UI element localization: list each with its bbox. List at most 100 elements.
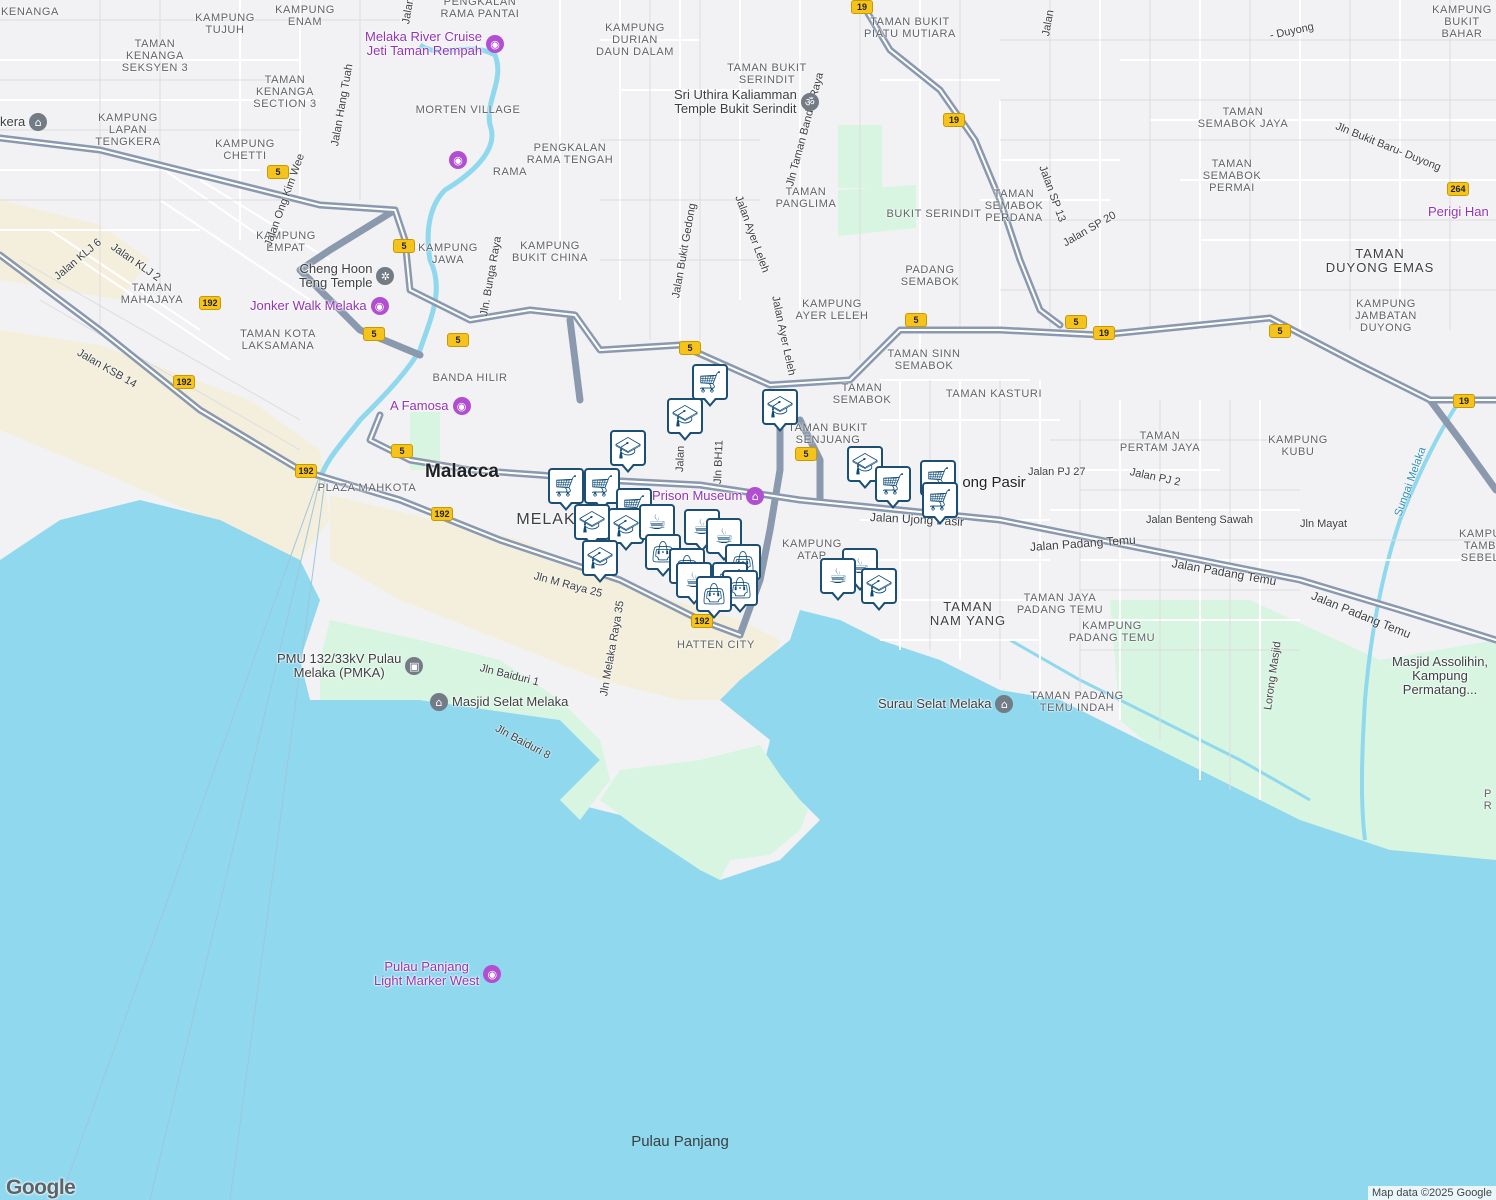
label-kampung-kubu: KAMPUNG KUBU	[1268, 434, 1328, 458]
poi-melaka-river-cruise[interactable]: Melaka River Cruise Jeti Taman Rempah ◉	[365, 29, 505, 58]
grocery-cart-icon: 🛒︎	[588, 473, 616, 498]
marker-shopping-bag[interactable]: 👜︎	[696, 576, 732, 619]
label-malacca: Malacca	[425, 461, 499, 482]
label-rama: RAMA	[492, 166, 528, 178]
route-shield: 5	[391, 444, 413, 458]
mosque-icon: ⌂	[430, 693, 448, 711]
label-taman-semabok-permai: TAMAN SEMABOK PERMAI	[1202, 158, 1262, 194]
label-taman-nam-yang: TAMAN NAM YANG	[929, 599, 1007, 628]
route-shield: 19	[943, 113, 965, 127]
street-jalan-mid: Jalan	[674, 445, 687, 473]
poi-masjid-assolihin[interactable]: Masjid Assolihin, Kampung Permatang...	[1384, 655, 1496, 697]
route-shield: 264	[1447, 182, 1469, 196]
coffee-cup-icon: ☕︎	[828, 564, 848, 588]
camera-icon: ◉	[486, 35, 505, 53]
poi-pengkalan-rama[interactable]: ◉	[449, 151, 471, 169]
camera-icon: ◉	[483, 965, 502, 983]
poi-perigi-hang-label: Perigi Han	[1428, 204, 1489, 219]
map-attribution[interactable]: Map data ©2025 Google	[1367, 1186, 1496, 1200]
route-shield: 5	[1269, 324, 1291, 338]
poi-masjid-selat-melaka[interactable]: ⌂ Masjid Selat Melaka	[430, 693, 568, 711]
poi-jonker-walk-label: Jonker Walk Melaka	[250, 298, 367, 313]
poi-cheng-hoon-teng[interactable]: Cheng Hoon Teng Temple ✲	[299, 262, 395, 290]
poi-sri-uthira-label: Sri Uthira Kaliamman Temple Bukit Serind…	[674, 87, 797, 116]
poi-pulau-panjang-light[interactable]: Pulau Panjang Light Marker West ◉	[374, 959, 502, 988]
temple-icon: ✲	[376, 267, 395, 285]
label-kampung-chetti: KAMPUNG CHETTI	[215, 138, 275, 162]
label-morten-village: MORTEN VILLAGE	[415, 104, 521, 116]
label-padang-semabok: PADANG SEMABOK	[900, 264, 960, 288]
label-hatten-city: HATTEN CITY	[677, 639, 755, 651]
camera-icon: ◉	[452, 397, 471, 415]
label-taman-bukit-senjuang: TAMAN BUKIT SENJUANG	[788, 422, 868, 446]
poi-perigi-hang[interactable]: Perigi Han	[1428, 205, 1489, 219]
label-taman-sinn-semabok: TAMAN SINN SEMABOK	[887, 348, 961, 372]
route-shield: 19	[1093, 326, 1115, 340]
poi-surau-selat-melaka[interactable]: Surau Selat Melaka ⌂	[878, 695, 1014, 713]
marker-grocery-cart[interactable]: 🛒︎	[692, 364, 728, 407]
building-icon: ▣	[405, 657, 424, 675]
poi-pulau-panjang-light-label: Pulau Panjang Light Marker West	[374, 959, 480, 988]
marker-school[interactable]: 🎓︎	[582, 540, 618, 583]
poi-a-famosa-label: A Famosa	[390, 398, 449, 413]
marker-school[interactable]: 🎓︎	[610, 430, 646, 473]
label-taman-panglima: TAMAN PANGLIMA	[775, 186, 837, 210]
label-taman-semabok-perdana: TAMAN SEMABOK PERDANA	[984, 188, 1044, 224]
label-taman-kenanga-section-3: TAMAN KENANGA SECTION 3	[253, 74, 317, 110]
route-shield: 5	[905, 313, 927, 327]
poi-melaka-river-cruise-label: Melaka River Cruise Jeti Taman Rempah	[365, 29, 483, 58]
marker-school[interactable]: 🎓︎	[861, 568, 897, 611]
route-shield: 5	[795, 447, 817, 461]
street-jalan-pj-27: Jalan PJ 27	[1028, 466, 1086, 478]
om-icon: ॐ	[800, 93, 819, 111]
google-logo: Google	[6, 1176, 76, 1199]
label-ujong-pasir: ong Pasir	[962, 474, 1026, 491]
label-pengkalan-rama-pantai: PENGKALAN RAMA PANTAI	[440, 0, 520, 20]
poi-pmu-pulau-melaka[interactable]: PMU 132/33kV Pulau Melaka (PMKA) ▣	[277, 652, 424, 680]
label-taman-padang-temu-indah: TAMAN PADANG TEMU INDAH	[1030, 690, 1124, 714]
school-icon: 🎓︎	[766, 394, 794, 419]
camera-icon: ◉	[370, 297, 389, 315]
poi-sri-uthira[interactable]: Sri Uthira Kaliamman Temple Bukit Serind…	[674, 88, 819, 116]
map-canvas[interactable]: KENANGA KAMPUNG TUJUH KAMPUNG ENAM PENGK…	[0, 0, 1496, 1200]
label-kampung-tujuh: KAMPUNG TUJUH	[195, 12, 255, 36]
label-taman-kasturi: TAMAN KASTURI	[945, 388, 1043, 400]
marker-grocery-cart[interactable]: 🛒︎	[875, 466, 911, 509]
label-taman-pertam-jaya: TAMAN PERTAM JAYA	[1119, 430, 1201, 454]
marker-grocery-cart[interactable]: 🛒︎	[548, 468, 584, 511]
label-kampung-jambatan-duyong: KAMPUNG JAMBATAN DUYONG	[1355, 298, 1417, 334]
label-pengkalan-rama-tengah: PENGKALAN RAMA TENGAH	[526, 142, 614, 166]
grocery-cart-icon: 🛒︎	[879, 471, 907, 496]
grocery-cart-icon: 🛒︎	[696, 369, 724, 394]
school-icon: 🎓︎	[586, 545, 614, 570]
route-shield: 192	[295, 464, 317, 478]
marker-school[interactable]: 🎓︎	[574, 504, 610, 547]
poi-jonker-walk[interactable]: Jonker Walk Melaka ◉	[250, 297, 389, 315]
route-shield: 5	[1065, 315, 1087, 329]
marker-school[interactable]: 🎓︎	[762, 389, 798, 432]
route-shield: 192	[173, 375, 195, 389]
poi-tengkera[interactable]: kera ⌂	[0, 113, 48, 131]
mosque-icon: ⌂	[995, 695, 1014, 713]
marker-grocery-cart[interactable]: 🛒︎	[584, 468, 620, 511]
route-shield: 19	[851, 0, 873, 14]
label-kampung-jawa: KAMPUNG JAWA	[418, 242, 478, 266]
label-kampung-enam: KAMPUNG ENAM	[275, 4, 335, 28]
school-icon: 🎓︎	[865, 573, 893, 598]
route-shield: 19	[1453, 394, 1475, 408]
mosque-icon: ⌂	[29, 113, 48, 131]
poi-prison-museum[interactable]: Prison Museum ⌂	[652, 487, 765, 505]
route-shield: 5	[447, 333, 469, 347]
label-taman-bukit-piatu-mutiara: TAMAN BUKIT PIATU MUTIARA	[864, 16, 956, 40]
marker-school[interactable]: 🎓︎	[667, 398, 703, 441]
shopping-bag-icon: 👜︎	[700, 581, 728, 606]
grocery-cart-icon: 🛒︎	[926, 487, 954, 512]
marker-grocery-cart[interactable]: 🛒︎	[922, 482, 958, 525]
poi-a-famosa[interactable]: A Famosa ◉	[390, 397, 471, 415]
street-jln-mayat: Jln Mayat	[1300, 518, 1348, 530]
camera-icon: ◉	[449, 151, 467, 169]
school-icon: 🎓︎	[578, 509, 606, 534]
marker-coffee[interactable]: ☕︎	[820, 558, 856, 601]
route-shield: 5	[679, 341, 701, 355]
school-icon: 🎓︎	[671, 403, 699, 428]
